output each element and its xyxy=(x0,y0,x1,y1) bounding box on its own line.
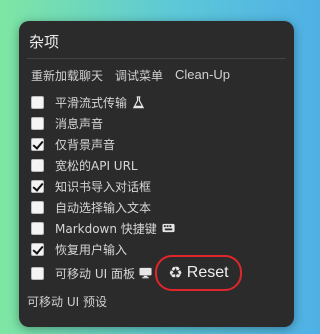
option-label: 可移动 UI 面板 xyxy=(55,266,135,281)
reload-chat-button[interactable]: 重新加载聊天 xyxy=(31,67,103,84)
option-label: 消息声音 xyxy=(55,116,104,131)
reset-button[interactable]: ♻ Reset xyxy=(155,255,242,291)
option-label: 恢复用户输入 xyxy=(55,242,128,257)
checkbox[interactable] xyxy=(31,179,44,193)
recycle-icon: ♻ xyxy=(168,265,183,282)
checkbox[interactable] xyxy=(31,158,44,172)
checkbox[interactable] xyxy=(31,200,44,214)
option-message-sound[interactable]: 消息声音 xyxy=(31,114,103,132)
monitor-icon xyxy=(139,267,152,279)
checkbox[interactable] xyxy=(31,221,44,235)
panel-title: 杂项 xyxy=(29,33,60,51)
option-relaxed-api-url[interactable]: 宽松的API URL xyxy=(31,156,138,174)
option-background-sound-only[interactable]: 仅背景声音 xyxy=(31,135,115,153)
checkbox[interactable] xyxy=(31,95,44,109)
option-smooth-streaming[interactable]: 平滑流式传输 xyxy=(31,93,145,111)
option-markdown-hotkeys[interactable]: Markdown 快捷键 xyxy=(31,219,175,237)
movable-ui-presets-label: 可移动 UI 预设 xyxy=(27,295,107,309)
misc-settings-panel: 杂项 重新加载聊天 调试菜单 Clean-Up 平滑流式传输 消息声音 仅背景声… xyxy=(19,21,294,327)
option-label: 知识书导入对话框 xyxy=(55,179,152,194)
checkbox[interactable] xyxy=(31,266,44,280)
option-label: 宽松的API URL xyxy=(55,158,138,173)
option-label: Markdown 快捷键 xyxy=(55,221,157,236)
option-auto-select-input[interactable]: 自动选择输入文本 xyxy=(31,198,151,216)
checkbox[interactable] xyxy=(31,116,44,130)
option-movable-ui-panels[interactable]: 可移动 UI 面板 xyxy=(31,264,152,282)
option-lorebook-import-dialog[interactable]: 知识书导入对话框 xyxy=(31,177,151,195)
option-restore-user-input[interactable]: 恢复用户输入 xyxy=(31,240,127,258)
keyboard-icon xyxy=(162,223,175,233)
action-toolbar: 重新加载聊天 调试菜单 Clean-Up xyxy=(31,67,230,84)
flask-icon xyxy=(132,95,145,108)
option-label: 自动选择输入文本 xyxy=(55,200,152,215)
checkbox[interactable] xyxy=(31,242,44,256)
reset-label: Reset xyxy=(186,264,229,281)
clean-up-button[interactable]: Clean-Up xyxy=(175,67,230,84)
checkbox[interactable] xyxy=(31,137,44,151)
title-divider xyxy=(27,58,286,59)
debug-menu-button[interactable]: 调试菜单 xyxy=(115,67,163,84)
option-label: 平滑流式传输 xyxy=(55,95,128,110)
option-label: 仅背景声音 xyxy=(55,137,116,152)
